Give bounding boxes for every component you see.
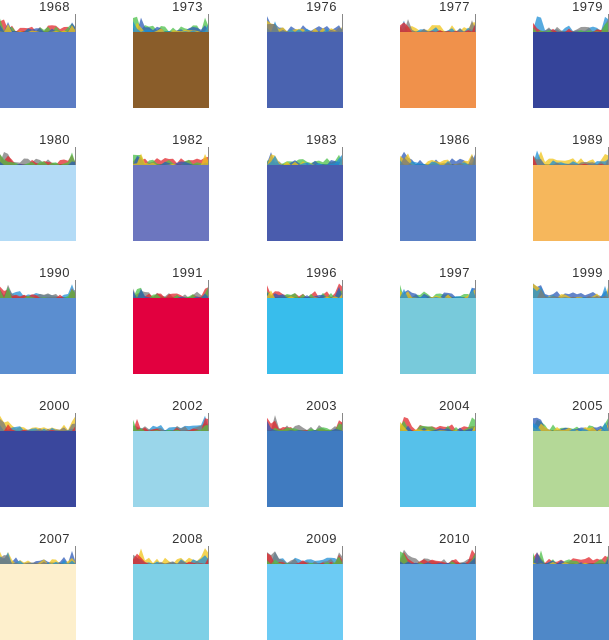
color-swatch [400,564,476,640]
year-tile-2011: 2011 [533,532,609,640]
color-swatch [533,431,609,507]
year-tile-1996: 1996 [267,266,343,374]
color-swatch [133,564,209,640]
color-year-grid: 1968 1973 1976 1977 1979 1980 1982 1983 1986 1989… [0,0,609,640]
year-tile-1977: 1977 [400,0,476,108]
color-swatch [0,564,76,640]
year-label: 1968 [39,0,70,14]
year-label: 1977 [439,0,470,14]
year-label: 1982 [172,132,203,147]
spark-series [533,550,609,564]
year-tile-1983: 1983 [267,133,343,241]
year-tile-1973: 1973 [133,0,209,108]
year-label: 1996 [306,265,337,280]
color-swatch [400,298,476,374]
color-swatch [267,431,343,507]
color-swatch [533,165,609,241]
year-label: 1980 [39,132,70,147]
year-tile-2004: 2004 [400,399,476,507]
year-tile-2007: 2007 [0,532,76,640]
year-tile-1979: 1979 [533,0,609,108]
year-tile-1976: 1976 [267,0,343,108]
year-label: 2009 [306,531,337,546]
year-tile-2005: 2005 [533,399,609,507]
year-tile-1968: 1968 [0,0,76,108]
year-tile-2009: 2009 [267,532,343,640]
color-swatch [267,165,343,241]
year-label: 2004 [439,398,470,413]
color-swatch [0,298,76,374]
color-swatch [133,32,209,108]
year-label: 2000 [39,398,70,413]
year-label: 1991 [172,265,203,280]
year-label: 1997 [439,265,470,280]
color-swatch [533,298,609,374]
year-tile-1989: 1989 [533,133,609,241]
year-tile-2010: 2010 [400,532,476,640]
color-swatch [533,564,609,640]
year-label: 2005 [572,398,603,413]
year-tile-2008: 2008 [133,532,209,640]
year-tile-1986: 1986 [400,133,476,241]
color-swatch [0,32,76,108]
year-tile-1991: 1991 [133,266,209,374]
year-label: 1973 [172,0,203,14]
year-tile-2000: 2000 [0,399,76,507]
color-swatch [400,165,476,241]
color-swatch [133,298,209,374]
year-tile-1999: 1999 [533,266,609,374]
year-label: 1999 [572,265,603,280]
color-swatch [0,431,76,507]
color-swatch [0,165,76,241]
color-swatch [400,32,476,108]
year-tile-2002: 2002 [133,399,209,507]
year-tile-1980: 1980 [0,133,76,241]
color-swatch [267,298,343,374]
year-tile-1997: 1997 [400,266,476,374]
year-label: 1976 [306,0,337,14]
year-label: 2008 [172,531,203,546]
color-swatch [533,32,609,108]
year-tile-2003: 2003 [267,399,343,507]
year-label: 1990 [39,265,70,280]
year-tile-1990: 1990 [0,266,76,374]
color-swatch [267,564,343,640]
year-tile-1982: 1982 [133,133,209,241]
color-swatch [133,165,209,241]
spark-series [400,417,476,431]
year-label: 1986 [439,132,470,147]
color-swatch [400,431,476,507]
year-label: 2002 [172,398,203,413]
year-label: 2011 [573,531,603,546]
year-label: 2007 [39,531,70,546]
color-swatch [133,431,209,507]
year-label: 1979 [572,0,603,14]
year-label: 1989 [572,132,603,147]
year-label: 1983 [306,132,337,147]
year-label: 2003 [306,398,337,413]
year-label: 2010 [439,531,470,546]
color-swatch [267,32,343,108]
